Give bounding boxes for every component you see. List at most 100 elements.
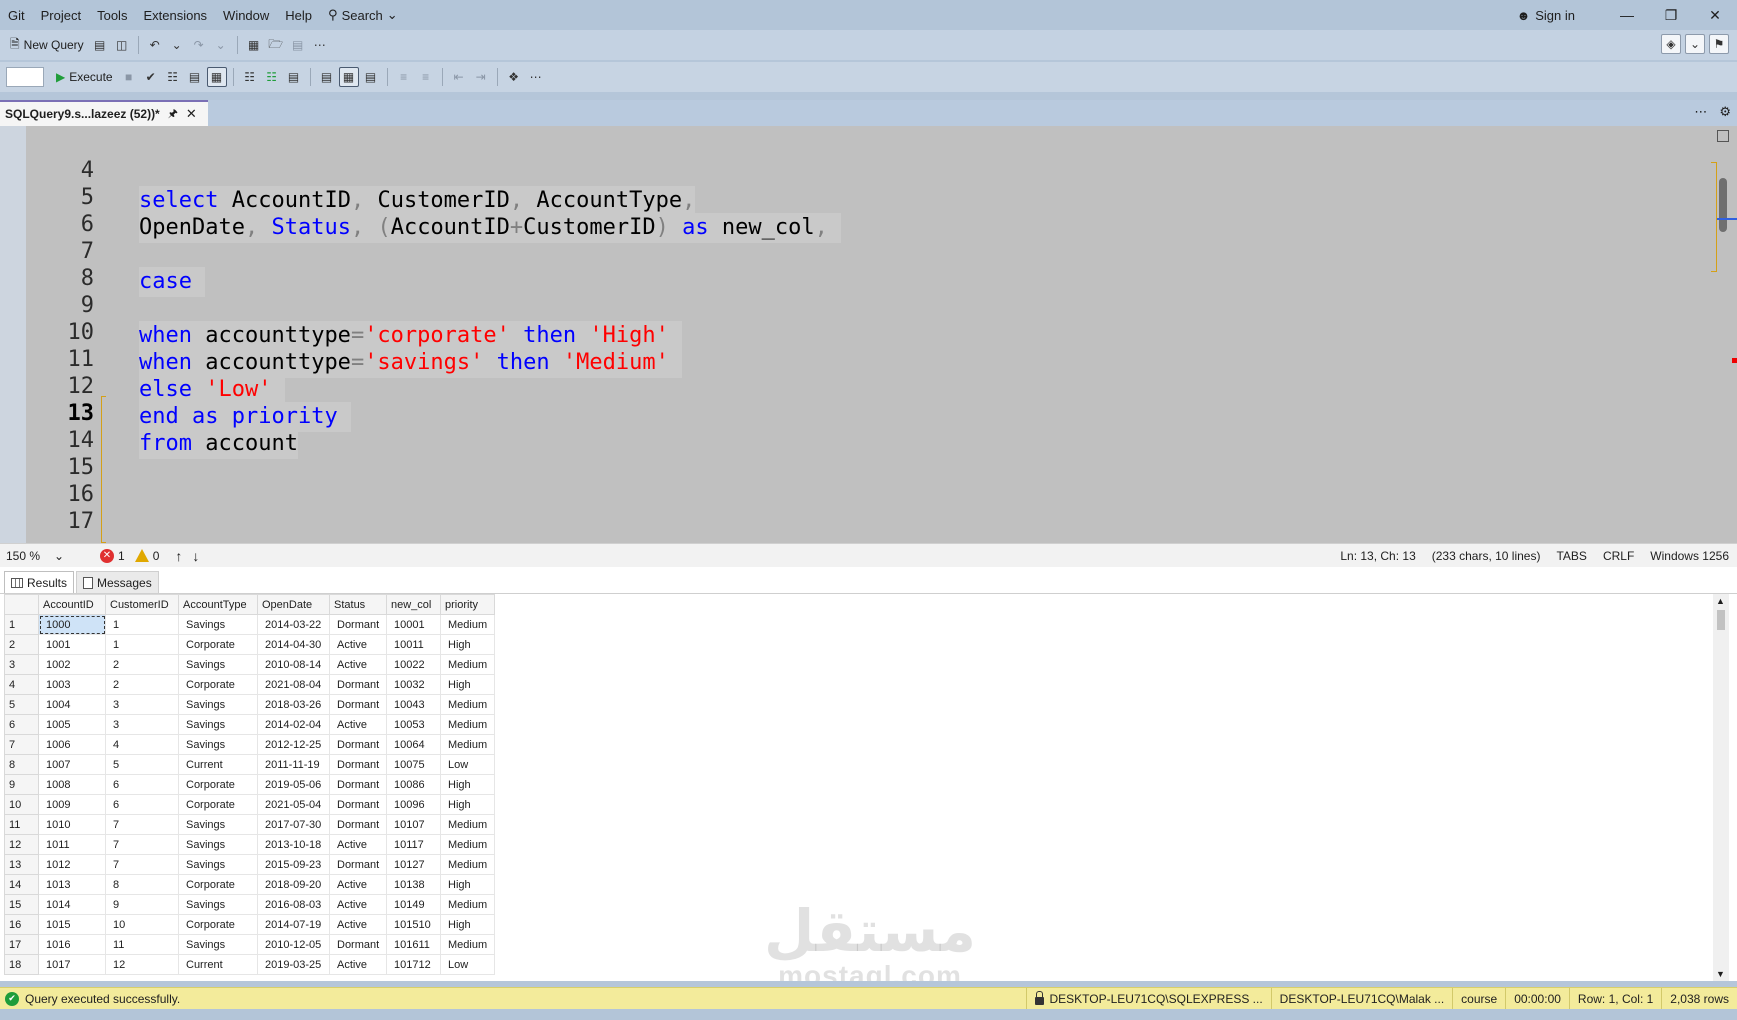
table-cell[interactable]: Corporate (178, 634, 258, 655)
table-cell[interactable]: Savings (178, 714, 258, 735)
row-number-cell[interactable]: 17 (4, 934, 39, 955)
table-cell[interactable]: Medium (440, 654, 495, 675)
more-icon[interactable]: ⋯ (310, 35, 330, 55)
scroll-up-icon[interactable]: ▲ (1716, 596, 1725, 606)
table-row[interactable]: 18 1017 12 Current 2019-03-25 Active 101712 Low (4, 954, 495, 975)
table-cell[interactable]: 4 (105, 734, 179, 755)
table-cell[interactable]: 10043 (386, 694, 441, 715)
table-cell[interactable]: 2014-03-22 (257, 614, 330, 635)
restore-button[interactable]: ❐ (1649, 0, 1693, 30)
table-cell[interactable]: 1012 (38, 854, 106, 875)
table-cell[interactable]: 10149 (386, 894, 441, 915)
comment-icon[interactable]: ≡ (394, 67, 414, 87)
row-number-cell[interactable]: 14 (4, 874, 39, 895)
table-row[interactable]: 2 1001 1 Corporate 2014-04-30 Active 10011 High (4, 634, 495, 655)
table-cell[interactable]: Corporate (178, 794, 258, 815)
row-number-header[interactable] (4, 594, 39, 615)
stop-icon[interactable]: ■ (119, 67, 139, 87)
row-number-cell[interactable]: 8 (4, 754, 39, 775)
menu-window[interactable]: Window (215, 8, 277, 23)
table-cell[interactable]: 2011-11-19 (257, 754, 330, 775)
previous-issue-icon[interactable]: ↑ (175, 548, 182, 564)
table-cell[interactable]: Savings (178, 814, 258, 835)
activity-monitor-icon[interactable]: ▦ (244, 35, 264, 55)
table-cell[interactable]: Active (329, 874, 387, 895)
table-cell[interactable]: 2010-08-14 (257, 654, 330, 675)
row-number-cell[interactable]: 9 (4, 774, 39, 795)
table-cell[interactable]: 2014-04-30 (257, 634, 330, 655)
row-number-cell[interactable]: 5 (4, 694, 39, 715)
table-cell[interactable]: Dormant (329, 794, 387, 815)
column-header[interactable]: AccountType (178, 594, 258, 615)
table-cell[interactable]: Active (329, 894, 387, 915)
table-cell[interactable]: Medium (440, 734, 495, 755)
table-cell[interactable]: 1001 (38, 634, 106, 655)
table-cell[interactable]: Medium (440, 814, 495, 835)
next-issue-icon[interactable]: ↓ (192, 548, 199, 564)
table-cell[interactable]: Medium (440, 934, 495, 955)
table-cell[interactable]: 1004 (38, 694, 106, 715)
table-cell[interactable]: High (440, 914, 495, 935)
open-folder-icon[interactable]: 🗁 (266, 35, 286, 55)
table-cell[interactable]: Active (329, 634, 387, 655)
table-cell[interactable]: High (440, 634, 495, 655)
feedback-icon[interactable]: ⚑ (1709, 34, 1729, 54)
table-row[interactable]: 6 1005 3 Savings 2014-02-04 Active 10053 Medium (4, 714, 495, 735)
redo-icon[interactable]: ↷ (189, 35, 209, 55)
table-cell[interactable]: 1000 (38, 614, 106, 635)
table-cell[interactable]: 9 (105, 894, 179, 915)
table-cell[interactable]: Dormant (329, 754, 387, 775)
table-cell[interactable]: 2019-03-25 (257, 954, 330, 975)
close-icon[interactable]: ✕ (186, 106, 197, 122)
table-row[interactable]: 7 1006 4 Savings 2012-12-25 Dormant 10064 Mediu… (4, 734, 495, 755)
new-query-button[interactable]: 🗎 New Query (6, 33, 88, 57)
table-cell[interactable]: Savings (178, 734, 258, 755)
table-cell[interactable]: Current (178, 954, 258, 975)
column-header[interactable]: Status (329, 594, 387, 615)
table-cell[interactable]: 1003 (38, 674, 106, 695)
table-cell[interactable]: 2 (105, 674, 179, 695)
execute-button[interactable]: ▶ Execute (52, 65, 117, 89)
scroll-down-icon[interactable]: ▼ (1716, 969, 1725, 979)
table-cell[interactable]: High (440, 874, 495, 895)
table-cell[interactable]: 2012-12-25 (257, 734, 330, 755)
table-cell[interactable]: 1011 (38, 834, 106, 855)
grid-vertical-scrollbar[interactable]: ▲ ▼ (1713, 594, 1729, 981)
table-cell[interactable]: 1006 (38, 734, 106, 755)
menu-project[interactable]: Project (33, 8, 89, 23)
tab-results[interactable]: Results (4, 571, 75, 593)
row-number-cell[interactable]: 4 (4, 674, 39, 695)
menu-git[interactable]: Git (0, 8, 33, 23)
table-cell[interactable]: Dormant (329, 814, 387, 835)
intellisense-icon[interactable]: ▦ (206, 67, 227, 87)
menu-help[interactable]: Help (277, 8, 320, 23)
table-cell[interactable]: 2015-09-23 (257, 854, 330, 875)
actual-plan-icon[interactable]: ☷ (240, 67, 260, 87)
column-header[interactable]: new_col (386, 594, 441, 615)
table-cell[interactable]: Savings (178, 834, 258, 855)
table-row[interactable]: 9 1008 6 Corporate 2019-05-06 Dormant 10086 Hig… (4, 774, 495, 795)
table-cell[interactable]: 7 (105, 834, 179, 855)
disabled-tool-icon[interactable]: ▤ (288, 35, 308, 55)
query-file-icon[interactable]: ▤ (90, 35, 110, 55)
table-cell[interactable]: Corporate (178, 914, 258, 935)
table-cell[interactable]: 10053 (386, 714, 441, 735)
table-cell[interactable]: 2018-09-20 (257, 874, 330, 895)
table-cell[interactable]: Dormant (329, 734, 387, 755)
table-cell[interactable]: Medium (440, 854, 495, 875)
client-stats-icon[interactable]: ▤ (284, 67, 304, 87)
table-cell[interactable]: Low (440, 954, 495, 975)
table-row[interactable]: 17 1016 11 Savings 2010-12-05 Dormant 101611 Me… (4, 934, 495, 955)
table-row[interactable]: 5 1004 3 Savings 2018-03-26 Dormant 10043 Mediu… (4, 694, 495, 715)
increase-indent-icon[interactable]: ⇥ (471, 67, 491, 87)
line-endings[interactable]: CRLF (1603, 549, 1634, 563)
table-cell[interactable]: 1014 (38, 894, 106, 915)
table-cell[interactable]: 3 (105, 694, 179, 715)
table-cell[interactable]: 12 (105, 954, 179, 975)
grid-scroll-thumb[interactable] (1717, 610, 1725, 630)
table-cell[interactable]: 1016 (38, 934, 106, 955)
copilot-dropdown-icon[interactable]: ⌄ (1685, 34, 1705, 54)
zoom-dropdown[interactable]: 150 % ⌄ (0, 549, 90, 563)
table-cell[interactable]: 10127 (386, 854, 441, 875)
results-to-file-icon[interactable]: ▤ (361, 67, 381, 87)
